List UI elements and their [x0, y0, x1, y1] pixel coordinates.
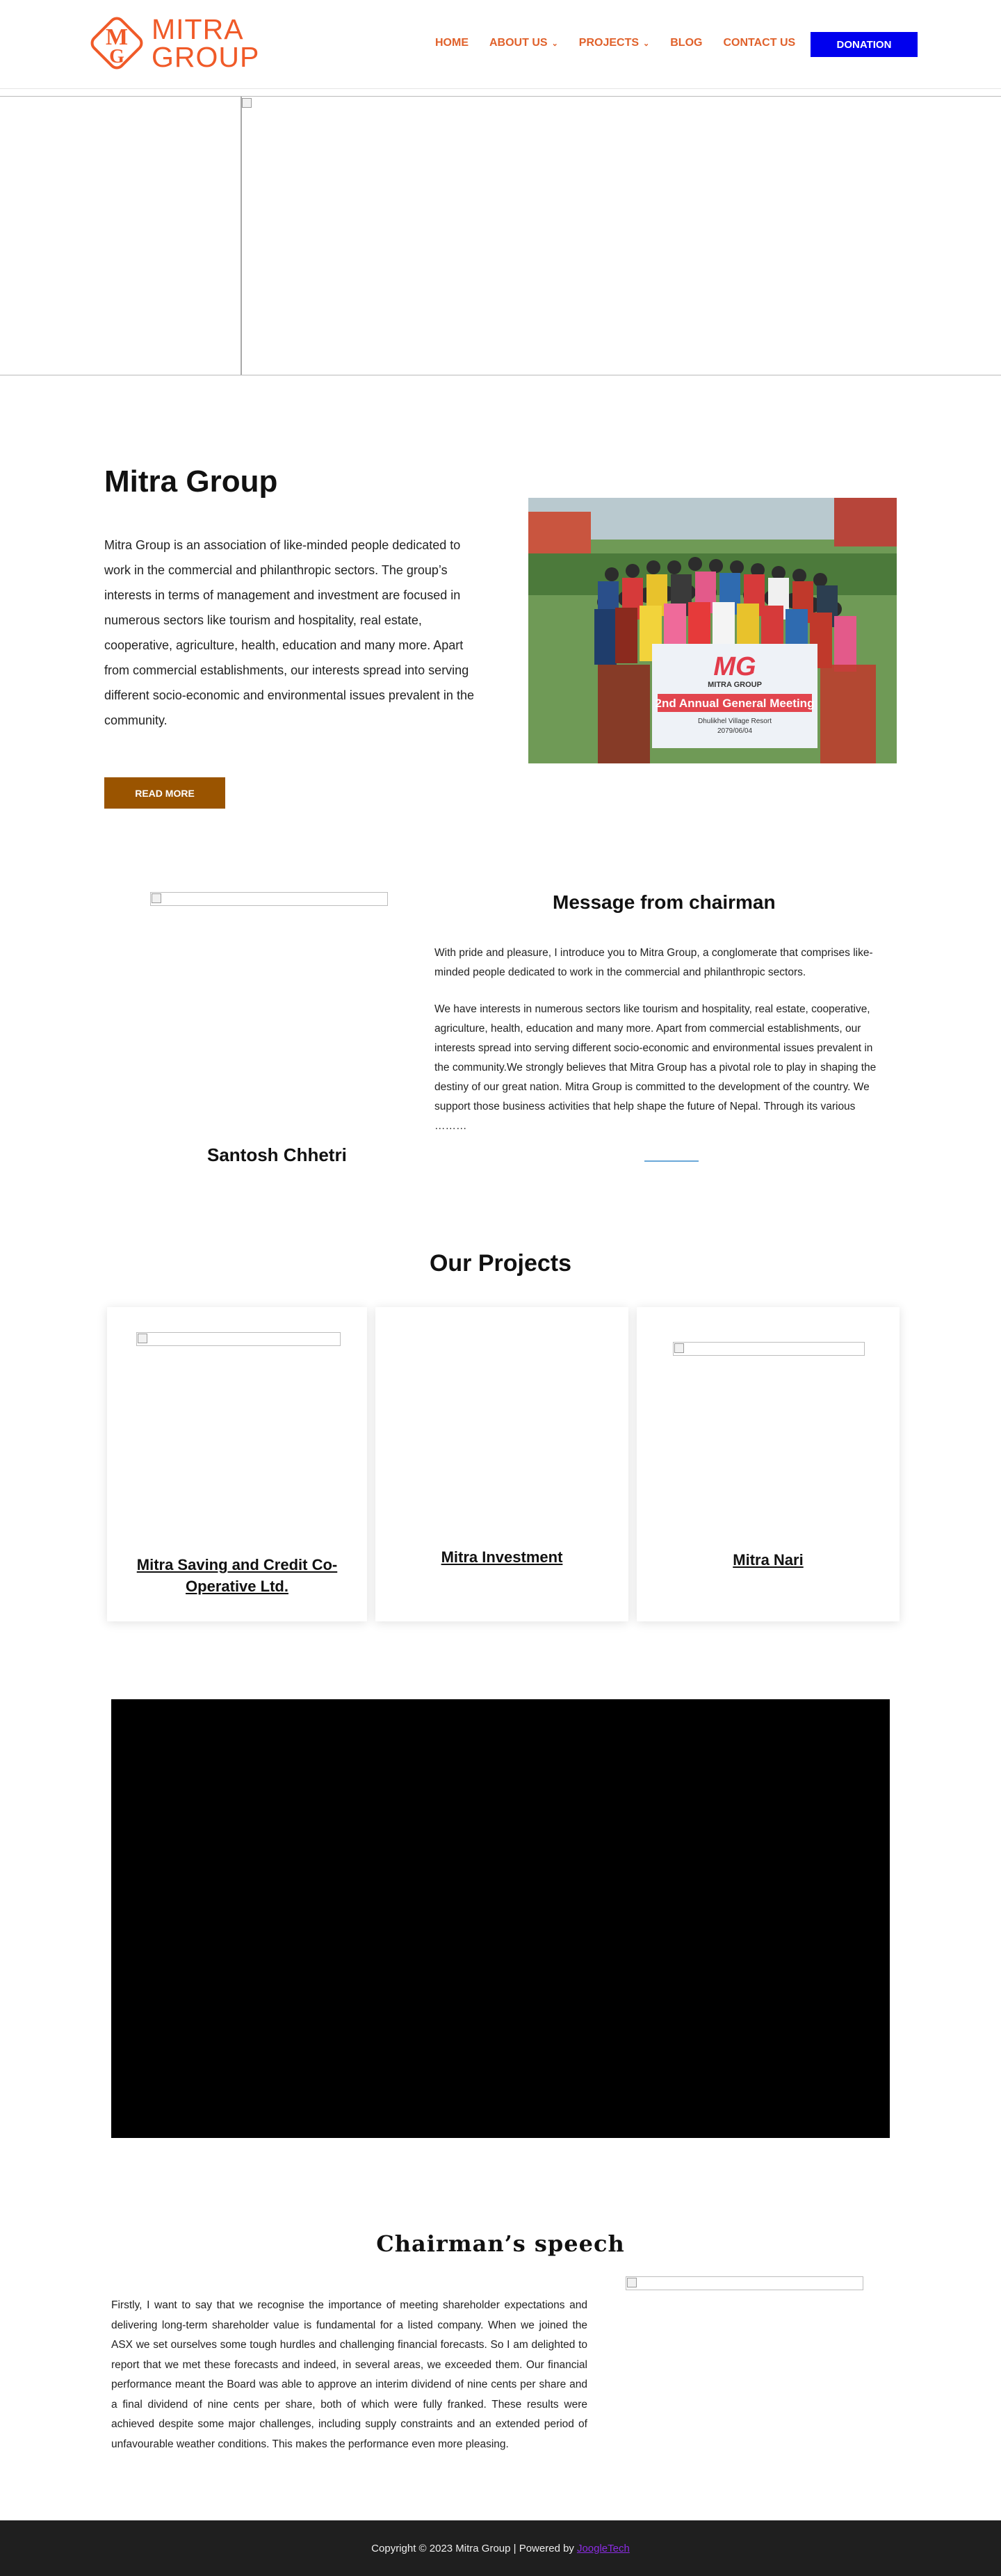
banner-date: 2079/06/04: [717, 727, 752, 735]
read-more-button[interactable]: READ MORE: [104, 777, 225, 809]
chevron-down-icon: ⌄: [551, 39, 558, 48]
video-player[interactable]: [111, 1699, 890, 2138]
project-card[interactable]: Mitra Saving and Credit Co-Operative Ltd…: [107, 1307, 367, 1621]
site-footer: Copyright © 2023 Mitra Group | Powered b…: [0, 2520, 1001, 2576]
chevron-down-icon: ⌄: [643, 39, 650, 48]
powered-by-link[interactable]: JoogleTech: [577, 2543, 630, 2554]
site-header: M G MITRA GROUP HOME ABOUT US ⌄ PROJECTS ⌄…: [0, 0, 1001, 89]
nav-home[interactable]: HOME: [435, 37, 469, 49]
broken-image-icon: [138, 1334, 147, 1343]
speech-title: Chairman’s speech: [376, 2230, 625, 2257]
nav-contact-us[interactable]: CONTACT US: [723, 37, 795, 49]
message-title: Message from chairman: [553, 891, 776, 913]
banner-event: 2nd Annual General Meeting: [656, 697, 815, 710]
chairman-name: Santosh Chhetri: [207, 1144, 347, 1165]
speech-text: Firstly, I want to say that we recognise…: [111, 2299, 587, 2450]
project-card[interactable]: Mitra Nari: [637, 1307, 900, 1621]
about-text: Mitra Group is an association of like-mi…: [104, 538, 474, 727]
broken-image-icon: [674, 1343, 684, 1353]
site-logo[interactable]: M G MITRA GROUP: [82, 8, 259, 78]
group-photo: MG MITRA GROUP 2nd Annual General Meetin…: [528, 498, 897, 763]
nav-blog[interactable]: BLOG: [670, 37, 702, 49]
svg-text:G: G: [109, 46, 124, 67]
projects-title: Our Projects: [429, 1250, 572, 1277]
logo-mark-icon: M G: [82, 8, 149, 78]
broken-image-icon: [627, 2278, 637, 2287]
project-image: [136, 1332, 341, 1346]
about-title: Mitra Group: [104, 464, 278, 499]
banner-name: MITRA GROUP: [708, 681, 762, 689]
project-link[interactable]: Mitra Investment: [375, 1546, 628, 1568]
message-paragraph-2: We have interests in numerous sectors li…: [434, 1003, 877, 1132]
banner-mg-logo: MG: [713, 652, 756, 681]
project-link[interactable]: Mitra Saving and Credit Co-Operative Ltd…: [107, 1554, 367, 1597]
banner-venue: Dhulikhel Village Resort: [698, 718, 772, 725]
donation-button[interactable]: DONATION: [811, 32, 918, 57]
broken-image-icon: [242, 98, 252, 108]
hero-banner: [0, 96, 1001, 375]
speech-image: [626, 2276, 863, 2290]
logo-wordmark: MITRA GROUP: [152, 13, 260, 73]
copyright-text: Copyright © 2023 Mitra Group | Powered b…: [371, 2542, 574, 2554]
read-more-link-bar[interactable]: [644, 1160, 699, 1162]
project-image: [673, 1342, 865, 1356]
main-nav: HOME ABOUT US ⌄ PROJECTS ⌄ BLOG CONTACT US: [435, 37, 795, 49]
message-paragraph-1: With pride and pleasure, I introduce you…: [434, 947, 873, 978]
nav-about-us[interactable]: ABOUT US ⌄: [489, 37, 558, 49]
chairman-photo: [150, 892, 388, 906]
project-card[interactable]: Mitra Investment: [375, 1307, 628, 1621]
project-link[interactable]: Mitra Nari: [637, 1549, 900, 1571]
hero-image: [241, 97, 242, 375]
nav-projects[interactable]: PROJECTS ⌄: [579, 37, 649, 49]
broken-image-icon: [152, 893, 161, 903]
